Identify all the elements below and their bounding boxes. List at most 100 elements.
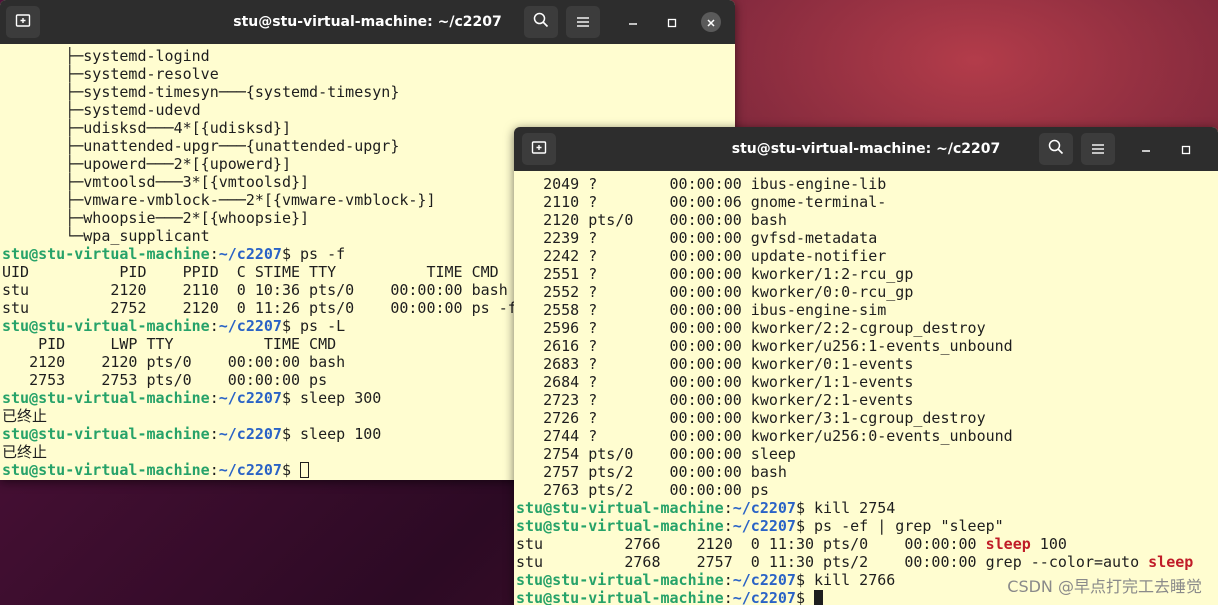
output-line: 2242 ? 00:00:00 update-notifier [516, 247, 887, 265]
command-text: sleep 300 [300, 389, 382, 407]
prompt-user: stu@stu-virtual-machine [516, 517, 724, 535]
terminal-window-2[interactable]: stu@stu-virtual-machine: ~/c2207 2049 ? … [514, 127, 1218, 605]
search-icon [1048, 139, 1064, 159]
titlebar[interactable]: stu@stu-virtual-machine: ~/c2207 [514, 127, 1218, 171]
minimize-button[interactable] [623, 12, 643, 32]
output-line: 2723 ? 00:00:00 kworker/2:1-events [516, 391, 914, 409]
prompt-symbol: $ [281, 461, 301, 479]
prompt-separator: : [209, 245, 219, 263]
prompt-path: ~/c2207 [732, 517, 796, 535]
output-line: 2551 ? 00:00:00 kworker/1:2-rcu_gp [516, 265, 914, 283]
grep-match: sleep [1148, 553, 1194, 571]
prompt-path: ~/c2207 [218, 425, 282, 443]
prompt-line: stu@stu-virtual-machine:~/c2207$ ps -ef … [516, 517, 1218, 535]
prompt-separator: : [723, 517, 733, 535]
output-segment: 100 [1030, 535, 1067, 553]
close-icon [706, 13, 716, 32]
output-line: 2552 ? 00:00:00 kworker/0:0-rcu_gp [516, 283, 914, 301]
prompt-path: ~/c2207 [732, 571, 796, 589]
watermark: CSDN @早点打完工去睡觉 [1007, 577, 1202, 596]
prompt-symbol: $ [281, 245, 301, 263]
prompt-user: stu@stu-virtual-machine [516, 499, 724, 517]
new-tab-button[interactable] [6, 6, 40, 38]
output-line: 2049 ? 00:00:00 ibus-engine-lib [516, 175, 887, 193]
command-text: ps -ef | grep "sleep" [814, 517, 1004, 535]
prompt-separator: : [209, 317, 219, 335]
prompt-separator: : [723, 571, 733, 589]
prompt-user: stu@stu-virtual-machine [2, 245, 210, 263]
minimize-icon [1141, 140, 1151, 159]
prompt-separator: : [723, 589, 733, 605]
output-segment: stu 2768 2757 0 11:30 pts/2 00:00:00 gre… [516, 553, 1149, 571]
output-line: 2683 ? 00:00:00 kworker/0:1-events [516, 355, 914, 373]
prompt-path: ~/c2207 [218, 245, 282, 263]
command-text: kill 2754 [814, 499, 896, 517]
output-line: 2684 ? 00:00:00 kworker/1:1-events [516, 373, 914, 391]
prompt-user: stu@stu-virtual-machine [2, 425, 210, 443]
output-segment: stu 2766 2120 0 11:30 pts/0 00:00:00 [516, 535, 986, 553]
prompt-user: stu@stu-virtual-machine [516, 589, 724, 605]
prompt-symbol: $ [795, 589, 815, 605]
output-line: 2754 pts/0 00:00:00 sleep [516, 445, 796, 463]
output-line: 2763 pts/2 00:00:00 ps [516, 481, 769, 499]
output-line: 2757 pts/2 00:00:00 bash [516, 463, 787, 481]
prompt-path: ~/c2207 [218, 317, 282, 335]
hamburger-menu-icon [1091, 140, 1105, 159]
prompt-line: stu@stu-virtual-machine:~/c2207$ kill 27… [516, 499, 1218, 517]
search-button[interactable] [524, 6, 558, 38]
maximize-button[interactable] [662, 12, 682, 32]
text-cursor [814, 590, 824, 605]
command-text: sleep 100 [300, 425, 382, 443]
command-text: ps -L [300, 317, 346, 335]
output-line: ├─systemd-timesyn───{systemd-timesyn} [2, 83, 400, 101]
maximize-icon [667, 13, 677, 32]
prompt-symbol: $ [281, 317, 301, 335]
prompt-separator: : [209, 461, 219, 479]
prompt-separator: : [209, 425, 219, 443]
output-line: stu 2768 2757 0 11:30 pts/2 00:00:00 gre… [516, 553, 1218, 571]
command-text: ps -f [300, 245, 346, 263]
prompt-user: stu@stu-virtual-machine [2, 317, 210, 335]
output-line: ├─systemd-resolve [2, 65, 219, 83]
prompt-user: stu@stu-virtual-machine [2, 461, 210, 479]
grep-match: sleep [985, 535, 1031, 553]
minimize-button[interactable] [1136, 139, 1156, 159]
prompt-symbol: $ [795, 499, 815, 517]
search-button[interactable] [1039, 133, 1073, 165]
prompt-separator: : [723, 499, 733, 517]
menu-button[interactable] [1081, 133, 1115, 165]
output-line: 2744 ? 00:00:00 kworker/u256:0-events_un… [516, 427, 1013, 445]
output-line: 2239 ? 00:00:00 gvfsd-metadata [516, 229, 878, 247]
maximize-icon [1181, 140, 1191, 159]
output-line: stu 2766 2120 0 11:30 pts/0 00:00:00 sle… [516, 535, 1218, 553]
text-cursor [300, 462, 310, 478]
new-tab-icon [531, 139, 547, 159]
output-line: 2616 ? 00:00:00 kworker/u256:1-events_un… [516, 337, 1013, 355]
prompt-path: ~/c2207 [732, 589, 796, 605]
output-line: 2120 pts/0 00:00:00 bash [516, 211, 787, 229]
close-button[interactable] [701, 12, 721, 32]
prompt-user: stu@stu-virtual-machine [2, 389, 210, 407]
maximize-button[interactable] [1176, 139, 1196, 159]
prompt-symbol: $ [795, 517, 815, 535]
command-text: kill 2766 [814, 571, 896, 589]
prompt-symbol: $ [795, 571, 815, 589]
hamburger-menu-icon [576, 13, 590, 32]
output-line: ├─systemd-udevd [2, 101, 201, 119]
prompt-path: ~/c2207 [732, 499, 796, 517]
new-tab-icon [15, 12, 31, 32]
search-icon [533, 12, 549, 32]
output-line: 2726 ? 00:00:00 kworker/3:1-cgroup_destr… [516, 409, 986, 427]
prompt-path: ~/c2207 [218, 389, 282, 407]
minimize-icon [628, 13, 638, 32]
output-line: ├─systemd-logind [2, 47, 210, 65]
output-line: 2558 ? 00:00:00 ibus-engine-sim [516, 301, 887, 319]
titlebar[interactable]: stu@stu-virtual-machine: ~/c2207 [0, 0, 735, 44]
output-line: 2596 ? 00:00:00 kworker/2:2-cgroup_destr… [516, 319, 986, 337]
menu-button[interactable] [566, 6, 600, 38]
prompt-separator: : [209, 389, 219, 407]
terminal-output[interactable]: 2049 ? 00:00:00 ibus-engine-lib 2110 ? 0… [514, 172, 1218, 605]
prompt-path: ~/c2207 [218, 461, 282, 479]
new-tab-button[interactable] [522, 133, 556, 165]
prompt-symbol: $ [281, 425, 301, 443]
